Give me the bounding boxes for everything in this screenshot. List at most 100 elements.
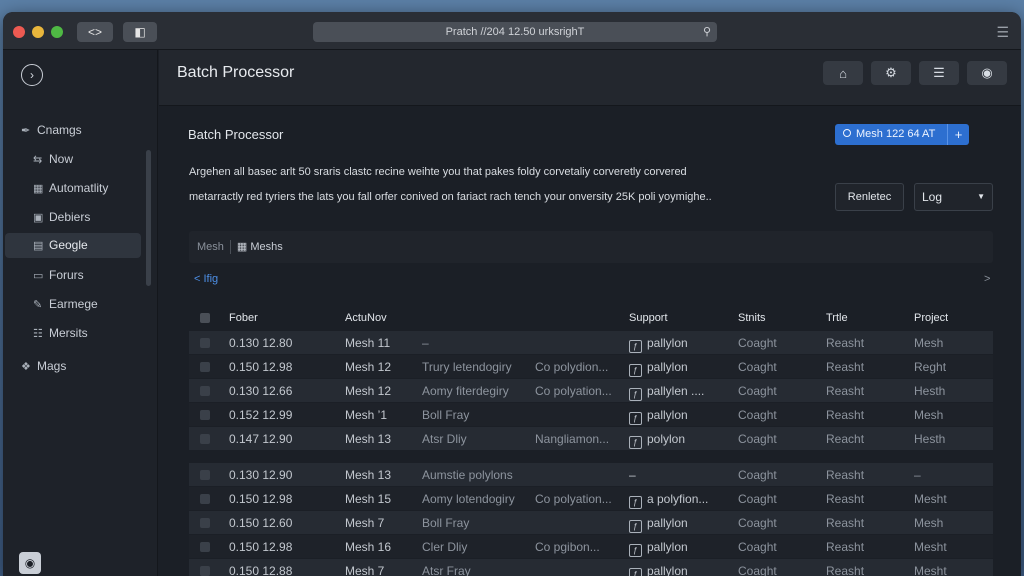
menu-icon: ☰ (933, 65, 945, 80)
cell-text: 0.147 12.90 (229, 432, 293, 446)
row-checkbox[interactable] (200, 566, 210, 576)
back-link[interactable]: < Ifig (194, 273, 218, 285)
table-row[interactable]: 0.150 12.98 Mesh 15 Aomy lotendogiry Co pol… (189, 487, 993, 511)
row-checkbox[interactable] (200, 518, 210, 528)
support-icon: ƒ (629, 496, 642, 509)
column-header[interactable]: Support (629, 305, 668, 331)
zoom-window-button[interactable] (51, 26, 63, 38)
home-button[interactable]: ⌂ (823, 61, 863, 85)
sidebar-item-forurs[interactable]: ▭ Forurs (5, 263, 141, 288)
close-window-button[interactable] (13, 26, 25, 38)
cell-time: 0.150 12.98 (229, 487, 339, 511)
search-icon[interactable]: ⚲ (703, 22, 711, 42)
row-checkbox[interactable] (200, 362, 210, 372)
cell-status: Coaght (738, 379, 822, 403)
column-header[interactable]: Trtle (826, 305, 848, 331)
cell-text: 0.130 12.66 (229, 384, 293, 398)
settings-button[interactable]: ⚙ (871, 61, 911, 85)
cell-project: Mesh (914, 331, 990, 355)
row-checkbox[interactable] (200, 410, 210, 420)
cell-mesh: Mesh 11 (345, 331, 419, 355)
tabs-bar: Mesh ▦ Meshs (189, 231, 993, 263)
cell-text: – (422, 336, 429, 350)
mesh-selector[interactable]: Mesh 122 64 AT + (835, 124, 969, 145)
cell-text: Coaght (738, 516, 777, 530)
cell-project: Mesht (914, 535, 990, 559)
sidebar-item-label: Geogle (49, 238, 88, 252)
table-row[interactable]: 0.147 12.90 Mesh 13 Atsr Dliy Nangliamon...… (189, 427, 993, 451)
cell-text: Coaght (738, 492, 777, 506)
cell-text: Mesh 13 (345, 432, 392, 446)
cell-time: 0.130 12.90 (229, 463, 339, 487)
row-checkbox[interactable] (200, 434, 210, 444)
cell-desc: Atsr Fray (422, 559, 534, 576)
cell-text: Mesh (914, 516, 944, 530)
sidebar-item-geogle[interactable]: ▤ Geogle (5, 233, 141, 258)
table-row[interactable]: 0.152 12.99 Mesh ’1 Boll Fray ƒ pallylon Coag… (189, 403, 993, 427)
cell-desc: Aomy lotendogiry (422, 487, 534, 511)
cell-text: Reasht (826, 492, 865, 506)
sidebar-item-earmege[interactable]: ✎ Earmege (5, 292, 141, 317)
row-checkbox[interactable] (200, 494, 210, 504)
cell-support: ƒ a polyfion... (629, 487, 734, 511)
row-checkbox[interactable] (200, 542, 210, 552)
cell-support: ƒ pallylon (629, 511, 734, 535)
cell-title: Reasht (826, 487, 910, 511)
layers-icon: ▤ (33, 240, 44, 252)
sidebar-item-cnamgs[interactable]: ✒ Cnamgs (5, 118, 141, 143)
cell-text: Reasht (826, 336, 865, 350)
sidebar-item-automatlity[interactable]: ▦ Automatlity (5, 176, 141, 201)
sidebar-item-mags[interactable]: ❖ Mags (5, 354, 141, 379)
chevron-right-icon[interactable]: > (984, 273, 990, 285)
cell-status: Coaght (738, 559, 822, 576)
cell-text: 0.130 12.90 (229, 468, 293, 482)
table-row[interactable]: 0.150 12.98 Mesh 12 Trury letendogiry Co po… (189, 355, 993, 379)
table-row[interactable]: 0.150 12.98 Mesh 16 Cler Dliy Co pgibon... ƒ… (189, 535, 993, 559)
tab-meshs[interactable]: Meshs (250, 241, 282, 253)
column-header[interactable]: Fober (229, 305, 258, 331)
table-row[interactable]: 0.150 12.88 Mesh 7 Atsr Fray ƒ pallylon Coagh… (189, 559, 993, 576)
row-checkbox[interactable] (200, 386, 210, 396)
cell-text: Mesh 13 (345, 468, 392, 482)
add-mesh-button[interactable]: + (947, 124, 969, 145)
address-bar[interactable]: Pratch //204 12.50 urksrighT ⚲ (313, 22, 717, 42)
renderer-button[interactable]: Renletec (835, 183, 904, 211)
cell-project: Hesth (914, 379, 990, 403)
menu-button[interactable]: ☰ (919, 61, 959, 85)
cell-text: Boll Fray (422, 516, 470, 530)
sidebar-toggle-button[interactable]: ◧ (123, 22, 157, 42)
table-row[interactable]: 0.130 12.80 Mesh 11 – ƒ pallylon Coaght Reasht… (189, 331, 993, 355)
select-all-checkbox[interactable] (200, 313, 210, 323)
sidebar-item-debiers[interactable]: ▣ Debiers (5, 205, 141, 230)
cell-title: Reasht (826, 535, 910, 559)
cell-text: Mesht (914, 564, 947, 576)
cell-text: Reasht (826, 540, 865, 554)
cell-title: Reasht (826, 403, 910, 427)
table-row[interactable]: 0.130 12.66 Mesh 12 Aomy fiterdegiry Co pol… (189, 379, 993, 403)
column-header[interactable]: ActuNov (345, 305, 387, 331)
sidebar-scrollbar[interactable] (146, 150, 151, 286)
log-select[interactable]: Log ▼ (914, 183, 993, 211)
table-row[interactable]: 0.130 12.90 Mesh 13 Aumstie polylons – Coagh… (189, 463, 993, 487)
cell-text: Coaght (738, 432, 777, 446)
tab-mesh[interactable]: Mesh (197, 241, 224, 253)
cell-text: Co polyation... (535, 384, 612, 398)
sidebar-item-label: Mersits (49, 326, 88, 340)
back-forward-button[interactable]: <> (77, 22, 113, 42)
minimize-window-button[interactable] (32, 26, 44, 38)
cell-text: Mesh 11 (345, 336, 391, 350)
row-checkbox[interactable] (200, 338, 210, 348)
table-row[interactable]: 0.150 12.60 Mesh 7 Boll Fray ƒ pallylon Coagh… (189, 511, 993, 535)
globe-button[interactable]: ◉ (967, 61, 1007, 85)
cell-desc: Cler Dliy (422, 535, 534, 559)
sidebar-item-mersits[interactable]: ☷ Mersits (5, 321, 141, 346)
row-checkbox[interactable] (200, 470, 210, 480)
column-header[interactable]: Project (914, 305, 948, 331)
sidebar-item-now[interactable]: ⇆ Now (5, 147, 141, 172)
cell-support: ƒ pallylon (629, 403, 734, 427)
forward-circle-icon[interactable]: › (21, 64, 43, 86)
hamburger-icon[interactable]: ☰ (996, 24, 1009, 41)
column-header[interactable]: Stnits (738, 305, 766, 331)
table-body: 0.130 12.80 Mesh 11 – ƒ pallylon Coaght Reasht… (189, 331, 993, 576)
camera-icon[interactable]: ◉ (19, 552, 41, 574)
